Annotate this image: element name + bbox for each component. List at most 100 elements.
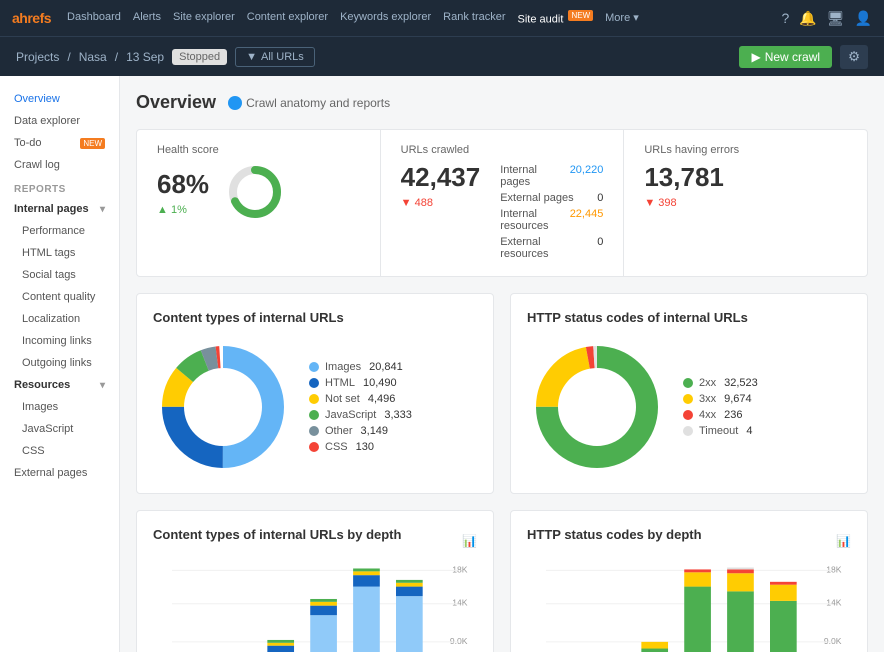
play-icon: ▶ xyxy=(751,50,760,64)
settings-button[interactable]: ⚙ xyxy=(840,45,868,69)
sidebar-item-overview[interactable]: Overview xyxy=(0,88,119,110)
http-status-pie-area: 2xx 32,523 3xx 9,674 4xx 236 xyxy=(527,337,851,477)
all-urls-button[interactable]: ▼ All URLs xyxy=(235,47,315,67)
http-status-depth-card: HTTP status codes by depth 📊 18K 14K 9.0… xyxy=(510,510,868,652)
sidebar-item-todo[interactable]: To-do NEW xyxy=(0,132,119,154)
health-score-label: Health score xyxy=(157,144,360,156)
content-types-depth-chart: 18K 14K 9.0K 4.5K xyxy=(153,554,477,652)
nav-dashboard[interactable]: Dashboard xyxy=(67,11,121,26)
svg-text:9.0K: 9.0K xyxy=(450,636,468,646)
sidebar-item-external-pages[interactable]: External pages xyxy=(0,462,119,484)
legend-timeout: Timeout 4 xyxy=(683,423,758,439)
chart-expand-icon[interactable]: 📊 xyxy=(462,534,477,548)
images-dot xyxy=(309,362,319,372)
nav-more[interactable]: More ▾ xyxy=(605,11,639,26)
http-status-pie-card: HTTP status codes of internal URLs 2xx xyxy=(510,293,868,494)
sidebar-item-performance[interactable]: Performance xyxy=(0,220,119,242)
html-dot xyxy=(309,378,319,388)
urls-crawled-card: URLs crawled 42,437 ▼ 488 Internal pages… xyxy=(381,130,625,276)
content-types-legend: Images 20,841 HTML 10,490 Not set 4,496 xyxy=(309,359,412,455)
external-pages-label: External pages xyxy=(500,192,573,204)
nav-keywords-explorer[interactable]: Keywords explorer xyxy=(340,11,431,26)
javascript-dot xyxy=(309,410,319,420)
crawl-anatomy-link[interactable]: Crawl anatomy and reports xyxy=(228,96,390,110)
sidebar-item-internal-pages[interactable]: Internal pages ▾ xyxy=(0,198,119,220)
http-chart-expand-icon[interactable]: 📊 xyxy=(836,534,851,548)
urls-crawled-value: 42,437 xyxy=(401,162,481,193)
sidebar-item-javascript[interactable]: JavaScript xyxy=(0,418,119,440)
urls-errors-delta: ▼ 398 xyxy=(644,197,847,209)
urls-errors-label: URLs having errors xyxy=(644,144,847,156)
external-resources-label: External resources xyxy=(500,236,577,260)
sidebar-item-incoming-links[interactable]: Incoming links xyxy=(0,330,119,352)
sidebar-item-data-explorer[interactable]: Data explorer xyxy=(0,110,119,132)
nav-alerts[interactable]: Alerts xyxy=(133,11,161,26)
main-content: Overview Crawl anatomy and reports Healt… xyxy=(120,76,884,652)
nav-right: ? 🔔 🖥 👤 xyxy=(782,10,872,27)
charts-grid: Content types of internal URLs xyxy=(136,293,868,652)
4xx-dot xyxy=(683,410,693,420)
page-title: Overview xyxy=(136,92,216,113)
site-audit-new-badge: NEW xyxy=(568,10,593,21)
legend-javascript: JavaScript 3,333 xyxy=(309,407,412,423)
stopped-badge[interactable]: Stopped xyxy=(172,49,227,65)
content-types-pie-title: Content types of internal URLs xyxy=(153,310,477,325)
nav-site-explorer[interactable]: Site explorer xyxy=(173,11,235,26)
http-status-depth-chart: 18K 14K 9.0K 4.5K xyxy=(527,554,851,652)
legend-css: CSS 130 xyxy=(309,439,412,455)
internal-pages-count: 20,220 xyxy=(570,164,604,188)
health-card: 68% ▲ 1% xyxy=(157,162,360,222)
breadcrumb-nasa[interactable]: Nasa xyxy=(79,50,107,64)
health-score-delta: ▲ 1% xyxy=(157,204,209,216)
legend-2xx: 2xx 32,523 xyxy=(683,375,758,391)
sidebar: Overview Data explorer To-do NEW Crawl l… xyxy=(0,76,120,652)
internal-pages-label: Internal pages xyxy=(500,164,549,188)
legend-not-set: Not set 4,496 xyxy=(309,391,412,407)
nav-content-explorer[interactable]: Content explorer xyxy=(247,11,328,26)
nav-links: Dashboard Alerts Site explorer Content e… xyxy=(67,11,639,26)
urls-row-external-resources: External resources 0 xyxy=(500,234,603,262)
sidebar-item-content-quality[interactable]: Content quality xyxy=(0,286,119,308)
timeout-dot xyxy=(683,426,693,436)
health-score-card: Health score 68% ▲ 1% xyxy=(137,130,381,276)
nav-rank-tracker[interactable]: Rank tracker xyxy=(443,11,505,26)
urls-crawled-label: URLs crawled xyxy=(401,144,604,156)
breadcrumb-date[interactable]: 13 Sep xyxy=(126,50,164,64)
resources-chevron: ▾ xyxy=(100,380,105,391)
sidebar-item-localization[interactable]: Localization xyxy=(0,308,119,330)
top-nav: ahrefs Dashboard Alerts Site explorer Co… xyxy=(0,0,884,36)
monitor-icon[interactable]: 🖥 xyxy=(827,10,845,27)
internal-resources-count: 22,445 xyxy=(570,208,604,232)
http-status-depth-title: HTTP status codes by depth xyxy=(527,527,702,542)
content-types-pie-area: Images 20,841 HTML 10,490 Not set 4,496 xyxy=(153,337,477,477)
sidebar-item-images[interactable]: Images xyxy=(0,396,119,418)
sidebar-section-reports: REPORTS xyxy=(0,176,119,198)
content-types-depth-card: Content types of internal URLs by depth … xyxy=(136,510,494,652)
sidebar-item-outgoing-links[interactable]: Outgoing links xyxy=(0,352,119,374)
bell-icon[interactable]: 🔔 xyxy=(799,10,816,27)
sidebar-item-resources[interactable]: Resources ▾ xyxy=(0,374,119,396)
user-icon[interactable]: 👤 xyxy=(855,10,872,27)
help-icon[interactable]: ? xyxy=(782,10,790,26)
breadcrumb-sep2: / xyxy=(115,50,118,64)
todo-new-badge: NEW xyxy=(80,138,105,149)
breadcrumb-projects[interactable]: Projects xyxy=(16,50,59,64)
new-crawl-button[interactable]: ▶ New crawl xyxy=(739,46,832,68)
crawl-icon xyxy=(228,96,242,110)
internal-pages-chevron: ▾ xyxy=(100,204,105,215)
nav-site-audit[interactable]: Site audit NEW xyxy=(518,11,594,26)
internal-resources-label: Internal resources xyxy=(500,208,549,232)
content-types-depth-title: Content types of internal URLs by depth xyxy=(153,527,401,542)
external-resources-count: 0 xyxy=(597,236,603,260)
svg-text:14K: 14K xyxy=(826,598,842,608)
urls-row-external-pages: External pages 0 xyxy=(500,190,603,206)
sidebar-item-css[interactable]: CSS xyxy=(0,440,119,462)
urls-breakdown-table: Internal pages 20,220 External pages 0 I… xyxy=(500,162,603,262)
breadcrumb-sep1: / xyxy=(67,50,70,64)
sidebar-item-html-tags[interactable]: HTML tags xyxy=(0,242,119,264)
sidebar-item-social-tags[interactable]: Social tags xyxy=(0,264,119,286)
urls-errors-card: URLs having errors 13,781 ▼ 398 xyxy=(624,130,867,276)
page-header: Overview Crawl anatomy and reports xyxy=(136,92,868,113)
sidebar-item-crawl-log[interactable]: Crawl log xyxy=(0,154,119,176)
legend-3xx: 3xx 9,674 xyxy=(683,391,758,407)
